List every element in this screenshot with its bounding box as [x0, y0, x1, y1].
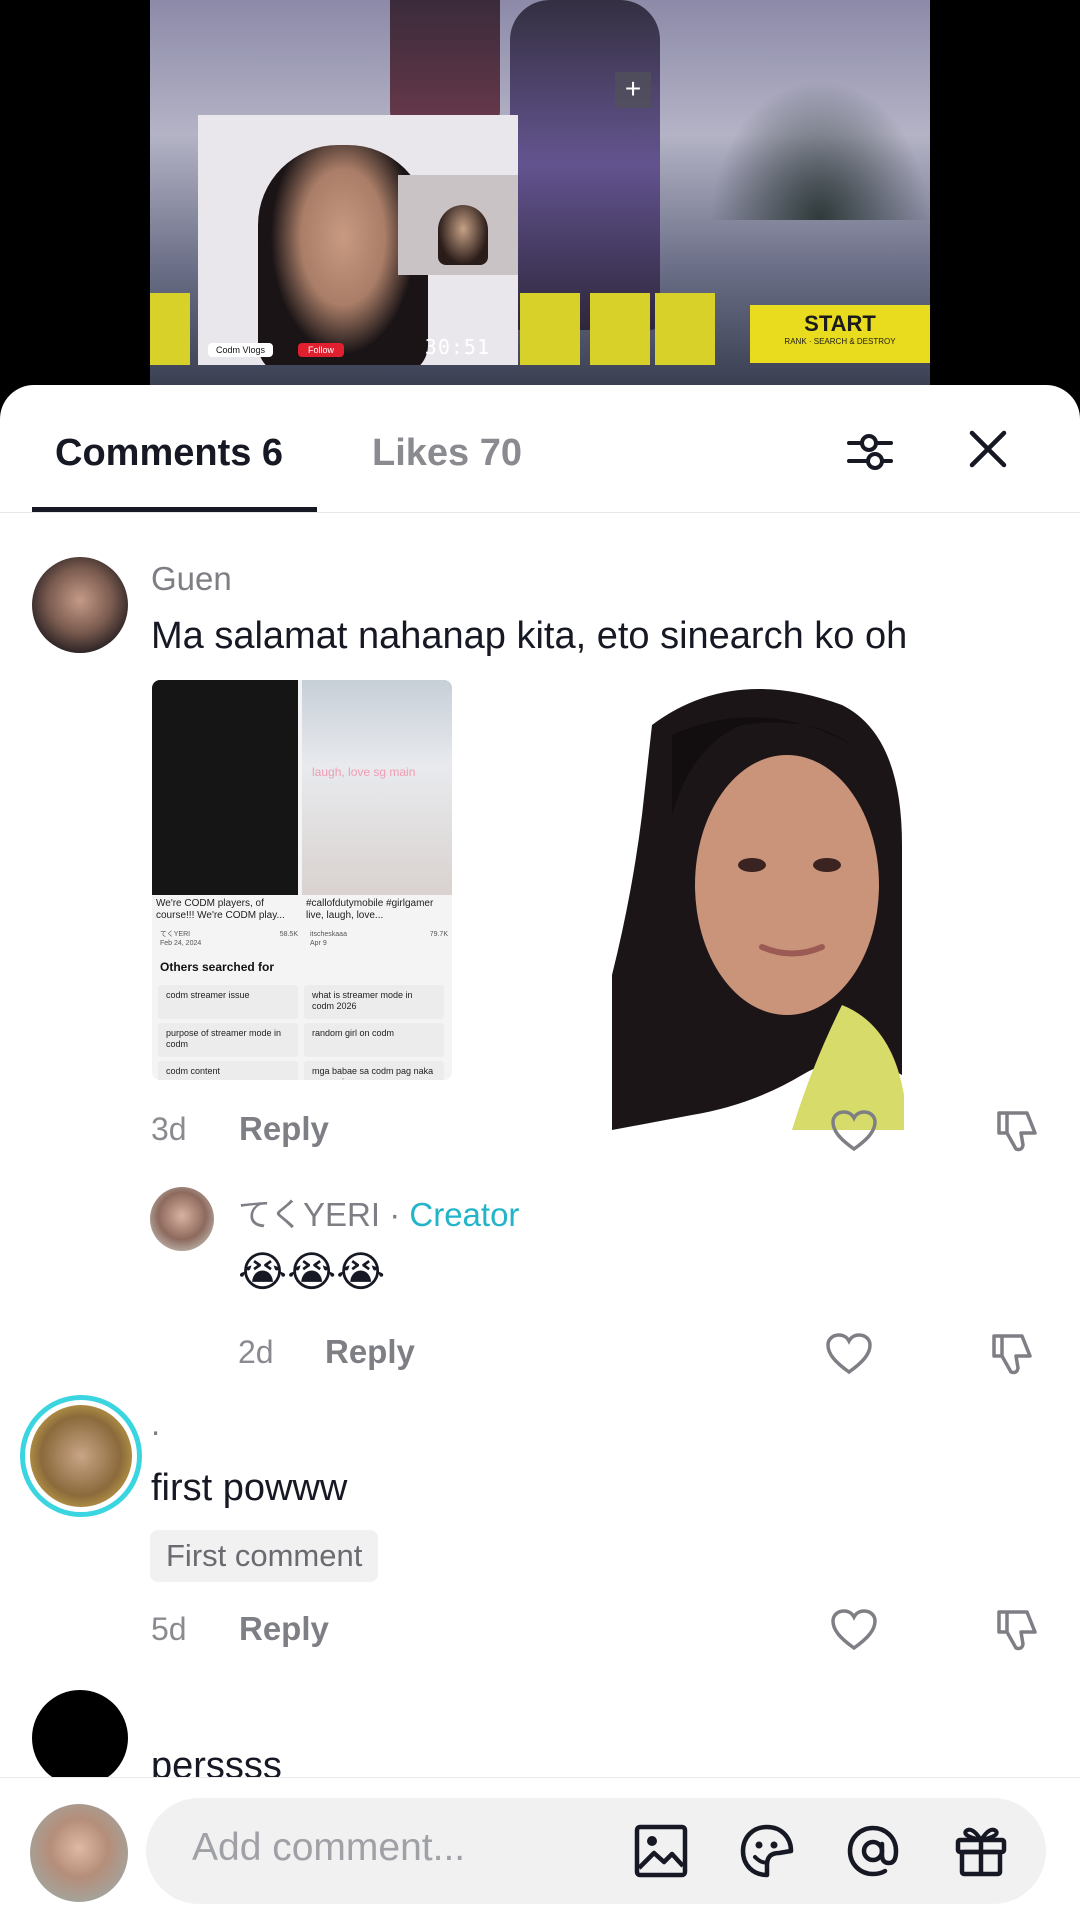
tab-comments[interactable]: Comments 6: [55, 432, 283, 475]
name-separator: ·: [380, 1196, 410, 1233]
comment-image-screenshot[interactable]: laugh, love sg main We're CODM players, …: [152, 680, 452, 1080]
follow-tag: Follow: [298, 343, 345, 357]
streamer-tag: Codm Vlogs: [208, 343, 274, 357]
facecam-overlay: Codm Vlogs Follow 30:51: [198, 115, 518, 365]
reply-username: てくYERI · Creator: [238, 1188, 519, 1236]
search-chip: purpose of streamer mode in codm: [158, 1023, 298, 1057]
search-chip: random girl on codm: [304, 1023, 444, 1057]
comment-age: 3d: [151, 1111, 187, 1147]
others-searched-heading: Others searched for: [160, 960, 275, 974]
mention-icon[interactable]: [844, 1822, 902, 1880]
gift-icon[interactable]: [952, 1822, 1010, 1880]
search-chip: codm streamer issue: [158, 985, 298, 1019]
screenshot-date-left: Feb 24, 2024: [160, 940, 202, 947]
face-sticker-image[interactable]: [612, 675, 904, 1130]
secondary-facecam: [398, 175, 518, 275]
comments-sheet: Comments 6 Likes 70 Guen Ma salamat naha…: [0, 385, 1080, 1920]
screenshot-caption-right: #callofdutymobile #girlgamer live, laugh…: [306, 898, 434, 921]
avatar[interactable]: [150, 1187, 214, 1251]
avatar-story-ring[interactable]: [20, 1395, 142, 1517]
reply-button[interactable]: Reply: [239, 1610, 329, 1648]
screenshot-caption-left: We're CODM players, of course!!! We're C…: [156, 898, 285, 921]
game-ui-bar: [655, 293, 715, 365]
reply-user[interactable]: てくYERI: [238, 1196, 380, 1233]
close-icon[interactable]: [966, 427, 1010, 471]
game-start-button: START RANK · SEARCH & DESTROY: [750, 305, 930, 363]
game-start-label: START: [804, 311, 876, 336]
image-icon[interactable]: [632, 1822, 690, 1880]
screenshot-video-right: laugh, love sg main: [302, 680, 452, 895]
comment-age: 2d: [238, 1334, 274, 1370]
game-start-sub: RANK · SEARCH & DESTROY: [784, 337, 896, 346]
game-character: [510, 0, 660, 330]
search-chip: codm content: [158, 1061, 298, 1080]
game-ui-bar: [590, 293, 650, 365]
sheet-tabs: Comments 6 Likes 70: [0, 385, 1080, 513]
reply-button[interactable]: Reply: [325, 1333, 415, 1371]
avatar: [30, 1405, 132, 1507]
screenshot-overlay-text: laugh, love sg main: [312, 765, 416, 779]
game-ui-bar: [520, 293, 580, 365]
comment-composer: [0, 1777, 1080, 1920]
game-video-frame: + START RANK · SEARCH & DESTROY Codm Vlo…: [150, 0, 930, 385]
avatar[interactable]: [32, 557, 128, 653]
active-tab-indicator: [32, 507, 317, 512]
dislike-icon[interactable]: [991, 1606, 1039, 1654]
sticker-emoji-icon[interactable]: [738, 1822, 796, 1880]
game-plus-icon: +: [615, 72, 651, 108]
screenshot-video-left: [152, 680, 298, 895]
comment-username[interactable]: .: [151, 1405, 160, 1443]
dislike-icon[interactable]: [986, 1330, 1034, 1378]
reply-button[interactable]: Reply: [239, 1110, 329, 1148]
search-chip: mga babae sa codm pag naka open mic: [304, 1061, 444, 1080]
screenshot-date-right: Apr 9: [310, 940, 327, 947]
like-heart-icon[interactable]: [830, 1109, 878, 1153]
comment-text: first powww: [151, 1467, 348, 1509]
first-comment-badge: First comment: [150, 1530, 379, 1582]
screenshot-meta-left: てくYERI 58.5K Feb 24, 2024: [156, 930, 302, 948]
reply-text: 😭😭😭: [238, 1248, 386, 1295]
creator-badge: Creator: [409, 1196, 520, 1233]
tab-likes[interactable]: Likes 70: [372, 432, 522, 475]
dislike-icon[interactable]: [991, 1107, 1039, 1155]
screenshot-user-right: itscheskaaa: [310, 931, 347, 938]
game-background-scenery: [710, 80, 930, 220]
game-ui-bar: [150, 293, 190, 365]
screenshot-user-left: てくYERI: [160, 931, 191, 938]
screenshot-likes-left: 58.5K: [279, 931, 298, 938]
search-chip: what is streamer mode in codm 2026: [304, 985, 444, 1019]
screenshot-likes-right: 79.7K: [429, 931, 448, 938]
filter-icon[interactable]: [845, 427, 895, 477]
stream-timer: 30:51: [424, 335, 490, 359]
video-preview[interactable]: + START RANK · SEARCH & DESTROY Codm Vlo…: [0, 0, 1080, 400]
my-avatar[interactable]: [30, 1804, 128, 1902]
comment-username[interactable]: Guen: [151, 560, 232, 598]
comment-text: Ma salamat nahanap kita, eto sinearch ko…: [151, 615, 908, 657]
comment-input[interactable]: [192, 1826, 622, 1870]
like-heart-icon[interactable]: [830, 1608, 878, 1652]
avatar[interactable]: [32, 1690, 128, 1786]
like-heart-icon[interactable]: [825, 1332, 873, 1376]
comment-age: 5d: [151, 1611, 187, 1647]
comment-input-wrap: [146, 1798, 1046, 1904]
screenshot-meta-right: itscheskaaa 79.7K Apr 9: [306, 930, 452, 948]
